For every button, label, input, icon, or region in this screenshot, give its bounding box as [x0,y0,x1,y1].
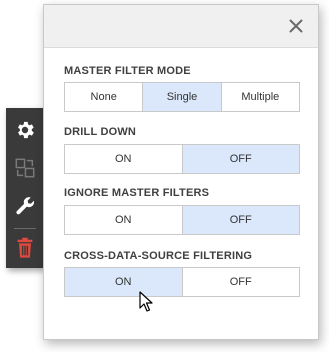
dashboard-item-options: MASTER FILTER MODE None Single Multiple … [0,0,329,352]
cross-data-source-off-button[interactable]: OFF [181,268,299,296]
drill-down-label: DRILL DOWN [64,126,137,138]
close-icon[interactable] [286,16,306,36]
cross-data-source-on-button[interactable]: ON [65,268,182,296]
master-filter-mode-label: MASTER FILTER MODE [64,65,191,77]
mouse-pointer-icon [139,291,153,313]
trash-icon[interactable] [6,229,44,267]
item-toolbar [6,108,44,268]
interactivity-options-panel: MASTER FILTER MODE None Single Multiple … [43,4,319,340]
master-filter-mode-selector: None Single Multiple [64,82,300,112]
wrench-icon[interactable] [6,187,44,225]
drill-down-off-button[interactable]: OFF [181,145,299,173]
master-filter-none-button[interactable]: None [65,83,143,111]
ignore-master-filters-on-button[interactable]: ON [65,206,182,234]
gear-icon[interactable] [6,111,44,149]
convert-icon [6,149,44,187]
master-filter-multiple-button[interactable]: Multiple [220,83,299,111]
drill-down-toggle: ON OFF [64,144,300,174]
drill-down-on-button[interactable]: ON [65,145,182,173]
cross-data-source-filtering-toggle: ON OFF [64,267,300,297]
cross-data-source-filtering-label: CROSS-DATA-SOURCE FILTERING [64,250,253,262]
panel-header [44,5,318,48]
ignore-master-filters-toggle: ON OFF [64,205,300,235]
ignore-master-filters-off-button[interactable]: OFF [181,206,299,234]
ignore-master-filters-label: IGNORE MASTER FILTERS [64,187,210,199]
master-filter-single-button[interactable]: Single [142,83,221,111]
